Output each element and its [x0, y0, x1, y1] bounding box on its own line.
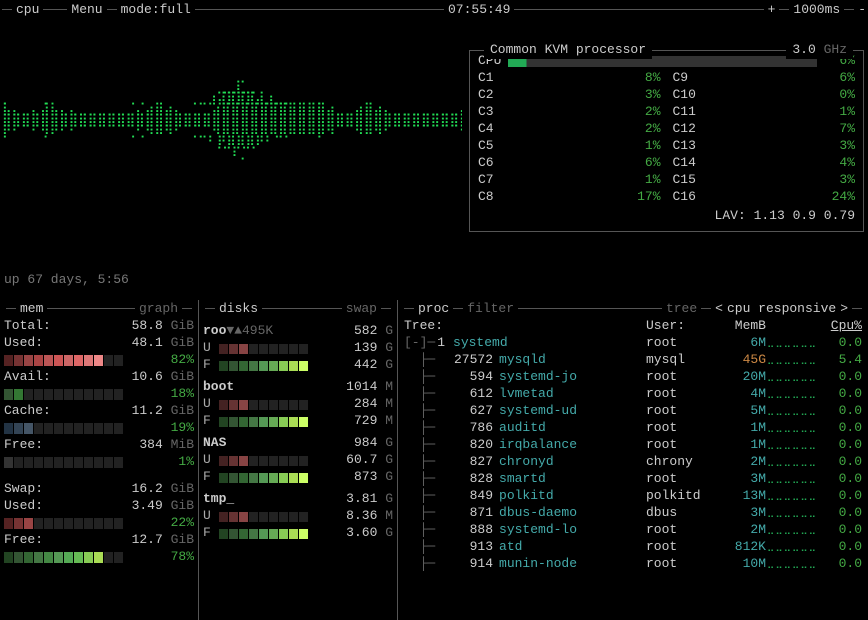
- proc-row[interactable]: ├─ 786auditdroot1M⣀⣀⣀⣀⣀⣀0.0: [402, 420, 864, 437]
- cpu-core-row: C13⣀⣀⣀⣀⣀⣀⣀⣀⣀3%: [673, 138, 856, 155]
- clock: 07:55:49: [446, 2, 512, 19]
- disk-item-header: boot1014 M: [203, 378, 393, 396]
- interval-plus[interactable]: +: [766, 2, 778, 19]
- cpu-core-row: C4⣀⣀⣀⣀⣀⣀⣀⣀⣀2%: [478, 121, 661, 138]
- proc-row[interactable]: ├─ 612lvmetadroot4M⣀⣀⣀⣀⣀⣀0.0: [402, 386, 864, 403]
- disk-item-header: tmp_3.81 G: [203, 490, 393, 508]
- proc-label: proc: [416, 301, 451, 318]
- proc-row[interactable]: ├─ 594systemd-joroot20M⣀⣀⣀⣀⣀⣀0.0: [402, 369, 864, 386]
- cpu-name: Common KVM processor: [484, 42, 652, 59]
- cpu-core-row: C8⣀⣀⣀⣀⣀⣀⣀⣀⣀17%: [478, 189, 661, 206]
- proc-row[interactable]: ├─ 827chronydchrony2M⣀⣀⣀⣀⣀⣀0.0: [402, 454, 864, 471]
- proc-row[interactable]: ├─ 828smartdroot3M⣀⣀⣀⣀⣀⣀0.0: [402, 471, 864, 488]
- proc-row[interactable]: ├─ 849polkitdpolkitd13M⣀⣀⣀⣀⣀⣀0.0: [402, 488, 864, 505]
- swap-free-bar: [4, 552, 152, 563]
- mem-avail-bar: [4, 389, 152, 400]
- disk-item-header: NAS984 G: [203, 434, 393, 452]
- top-bar: cpu Menu mode:full 07:55:49 + 1000ms -: [0, 0, 868, 20]
- proc-sort-cpu[interactable]: Cpu%: [818, 318, 862, 335]
- cpu-freq: 3.0 GHz: [786, 42, 853, 59]
- cpu-core-row: C11⣀⣀⣀⣀⣀⣀⣀⣀⣀1%: [673, 104, 856, 121]
- cpu-core-row: C3⣀⣀⣀⣀⣀⣀⣀⣀⣀2%: [478, 104, 661, 121]
- mem-cache-bar: [4, 423, 152, 434]
- mem-label: mem: [18, 301, 45, 318]
- cpu-graph-area: ⢀ ⢀⣀⣸⣀⡀ ⡀ ⡀ ⡀⡀ ⢀⣀⣰⣼⣿⣿⣿⣼⣰⣀⡀ ⡀ ⣧⣄⣀⣄⣼⣧⣄⣄⣀⣀⣀…: [0, 20, 868, 230]
- swap-used-bar: [4, 518, 152, 529]
- proc-panel: proc filter tree < cpu responsive > Tree…: [398, 300, 868, 620]
- cpu-core-row: C12⣀⣀⣀⣀⣀⣀⣀⣀⣀7%: [673, 121, 856, 138]
- cpu-label: cpu: [14, 2, 41, 19]
- cpu-core-row: C5⣀⣀⣀⣀⣀⣀⣀⣀⣀1%: [478, 138, 661, 155]
- cpu-core-row: C6⣀⣀⣀⣀⣀⣀⣀⣀⣀6%: [478, 155, 661, 172]
- proc-sort-right[interactable]: >: [838, 301, 850, 318]
- mode-button[interactable]: mode:full: [119, 2, 193, 19]
- mem-graph-toggle[interactable]: graph: [137, 301, 180, 318]
- disks-label: disks: [217, 301, 260, 318]
- load-average: LAV: 1.13 0.9 0.79: [478, 206, 855, 225]
- interval-value: 1000ms: [791, 2, 842, 19]
- proc-row[interactable]: ├─ 888systemd-loroot2M⣀⣀⣀⣀⣀⣀0.0: [402, 522, 864, 539]
- interval-minus[interactable]: -: [856, 2, 868, 19]
- proc-row[interactable]: ├─ 871dbus-daemodbus3M⣀⣀⣀⣀⣀⣀0.0: [402, 505, 864, 522]
- cpu-core-row: C16⣀⣀⣀⣀⣀⣀⣀⣀⣀24%: [673, 189, 856, 206]
- cpu-core-row: C7⣀⣀⣀⣀⣀⣀⣀⣀⣀1%: [478, 172, 661, 189]
- cpu-core-row: C15⣀⣀⣀⣀⣀⣀⣀⣀⣀3%: [673, 172, 856, 189]
- cpu-cores-grid: C1⣀⣀⣀⣀⣀⣀⣀⣀⣀8%C9⣀⣀⣀⣀⣀⣀⣀⣀⣀6%C2⣀⣀⣀⣀⣀⣀⣀⣀⣀3%C…: [478, 70, 855, 206]
- proc-sort-left[interactable]: <: [713, 301, 725, 318]
- proc-row-root[interactable]: [-]─ 1 systemd root 6M ⣀⣀⣀⣀⣀⣀ 0.0: [402, 335, 864, 352]
- mem-used-bar: [4, 355, 152, 366]
- mem-panel: mem graph Total:58.8 GiB Used:48.1 GiB 8…: [0, 300, 198, 620]
- proc-row[interactable]: ├─ 914munin-noderoot10M⣀⣀⣀⣀⣀⣀0.0: [402, 556, 864, 573]
- proc-filter-button[interactable]: filter: [465, 301, 516, 318]
- cpu-core-row: C1⣀⣀⣀⣀⣀⣀⣀⣀⣀8%: [478, 70, 661, 87]
- proc-tree-toggle[interactable]: tree: [664, 301, 699, 318]
- disk-panel: disks swap roo▼▲495K582 GU139 GF442 Gboo…: [199, 300, 397, 620]
- proc-row[interactable]: ├─ 627systemd-udroot5M⣀⣀⣀⣀⣀⣀0.0: [402, 403, 864, 420]
- swap-toggle[interactable]: swap: [344, 301, 379, 318]
- cpu-braille-graph: ⢀ ⢀⣀⣸⣀⡀ ⡀ ⡀ ⡀⡀ ⢀⣀⣰⣼⣿⣿⣿⣼⣰⣀⡀ ⡀ ⣧⣄⣀⣄⣼⣧⣄⣄⣀⣀⣀…: [2, 60, 462, 190]
- cpu-core-row: C14⣀⣀⣀⣀⣀⣀⣀⣀⣀4%: [673, 155, 856, 172]
- cpu-core-row: C10⣀⣀⣀⣀⣀⣀⣀⣀⣀0%: [673, 87, 856, 104]
- disk-item-header: roo▼▲495K582 G: [203, 322, 393, 340]
- menu-button[interactable]: Menu: [69, 2, 104, 19]
- uptime: up 67 days, 5:56: [4, 272, 129, 289]
- cpu-detail-box: Common KVM processor 3.0 GHz CPU 6% C1⣀⣀…: [469, 50, 864, 232]
- proc-row[interactable]: ├─ 27572mysqldmysql45G⣀⣀⣀⣀⣀⣀5.4: [402, 352, 864, 369]
- mem-free-bar: [4, 457, 152, 468]
- cpu-core-row: C9⣀⣀⣀⣀⣀⣀⣀⣀⣀6%: [673, 70, 856, 87]
- cpu-core-row: C2⣀⣀⣀⣀⣀⣀⣀⣀⣀3%: [478, 87, 661, 104]
- proc-sort-mode[interactable]: cpu responsive: [725, 301, 838, 318]
- proc-row[interactable]: ├─ 820irqbalanceroot1M⣀⣀⣀⣀⣀⣀0.0: [402, 437, 864, 454]
- proc-row[interactable]: ├─ 913atdroot812K⣀⣀⣀⣀⣀⣀0.0: [402, 539, 864, 556]
- proc-header-row: Tree: User: MemB Cpu%: [402, 318, 864, 335]
